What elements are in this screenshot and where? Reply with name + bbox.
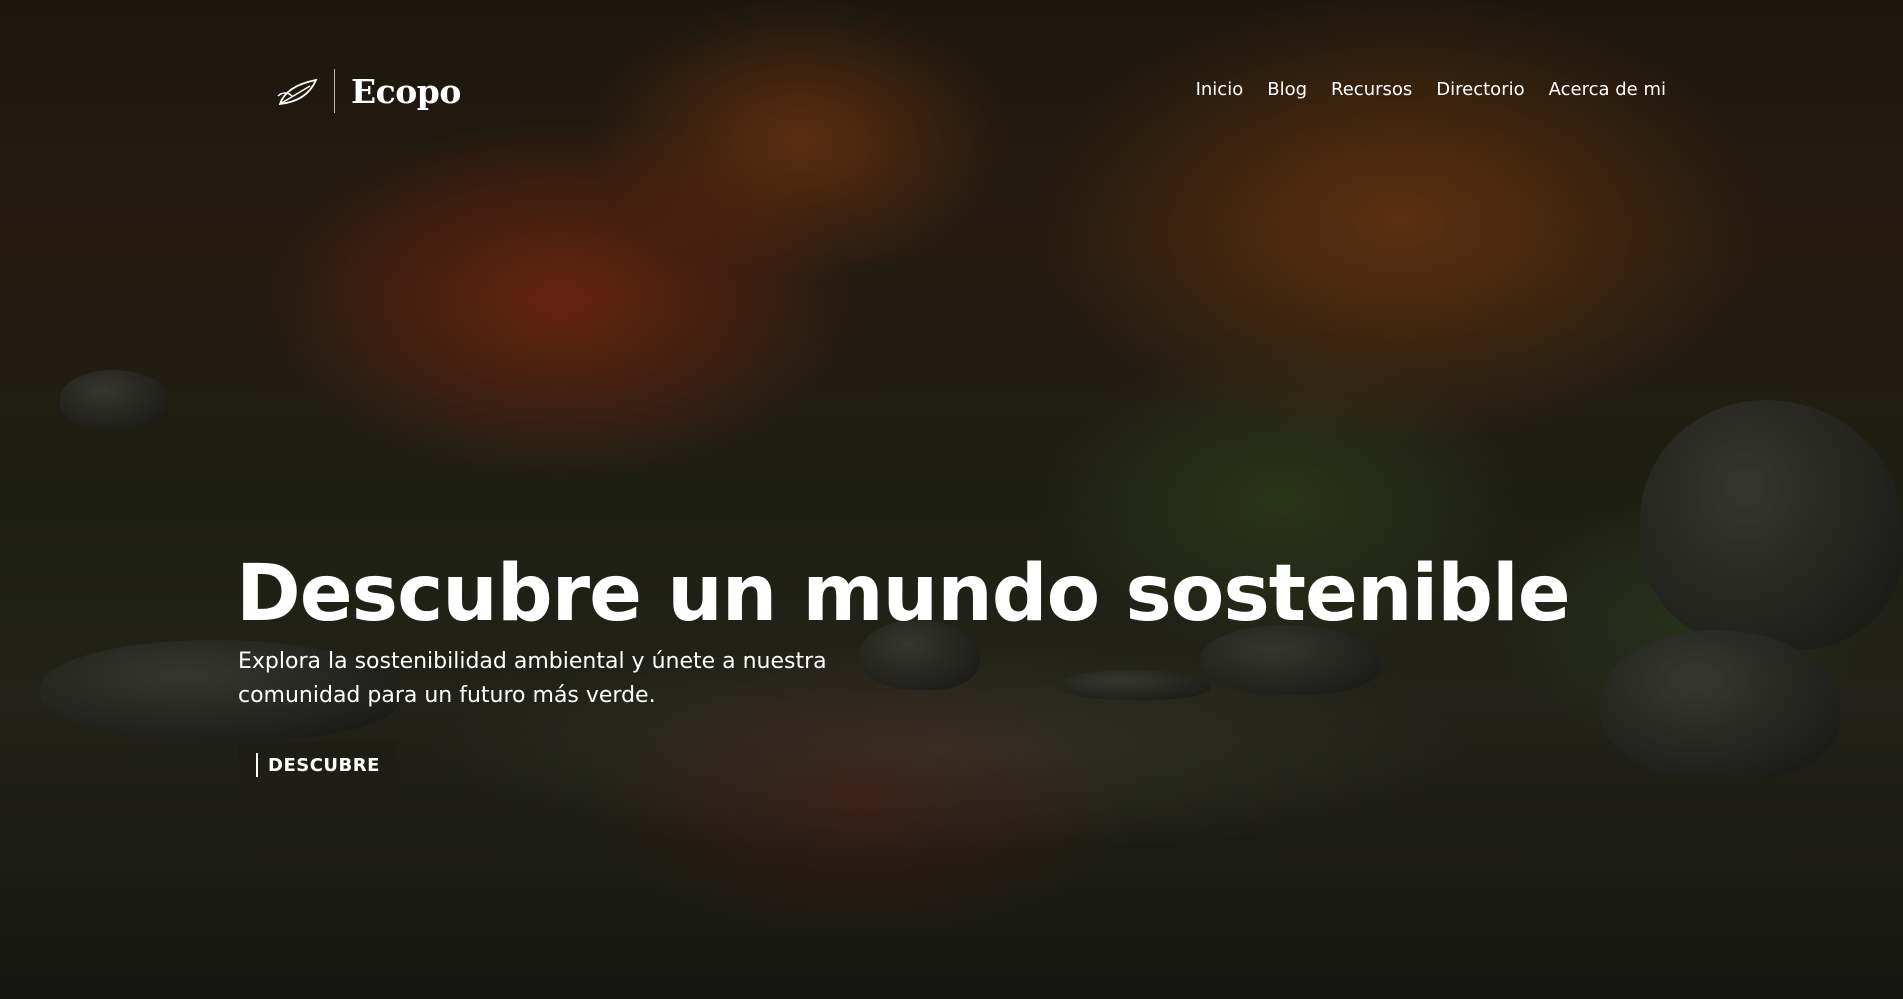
hero-section: Ecopo Inicio Blog Recursos Directorio Ac… [0, 0, 1903, 999]
nav-item-acerca-de-mi[interactable]: Acerca de mi [1549, 78, 1666, 102]
site-header: Ecopo Inicio Blog Recursos Directorio Ac… [0, 0, 1903, 180]
cta-accent-bar [256, 753, 258, 777]
brand-logo-link[interactable]: Ecopo [274, 68, 461, 114]
brand-name: Ecopo [351, 71, 461, 111]
hero-subtitle: Explora la sostenibilidad ambiental y ún… [238, 649, 827, 708]
hero-title: Descubre un mundo sostenible [236, 549, 1571, 639]
leaf-icon [277, 78, 318, 106]
nav-item-blog[interactable]: Blog [1267, 78, 1307, 102]
nav-item-inicio[interactable]: Inicio [1196, 78, 1244, 102]
logo-divider [334, 69, 335, 113]
main-nav: Inicio Blog Recursos Directorio Acerca d… [1196, 78, 1666, 102]
descubre-button-label: DESCUBRE [268, 754, 380, 776]
nav-item-recursos[interactable]: Recursos [1331, 78, 1412, 102]
descubre-button[interactable]: DESCUBRE [238, 742, 396, 788]
nav-item-directorio[interactable]: Directorio [1436, 78, 1524, 102]
